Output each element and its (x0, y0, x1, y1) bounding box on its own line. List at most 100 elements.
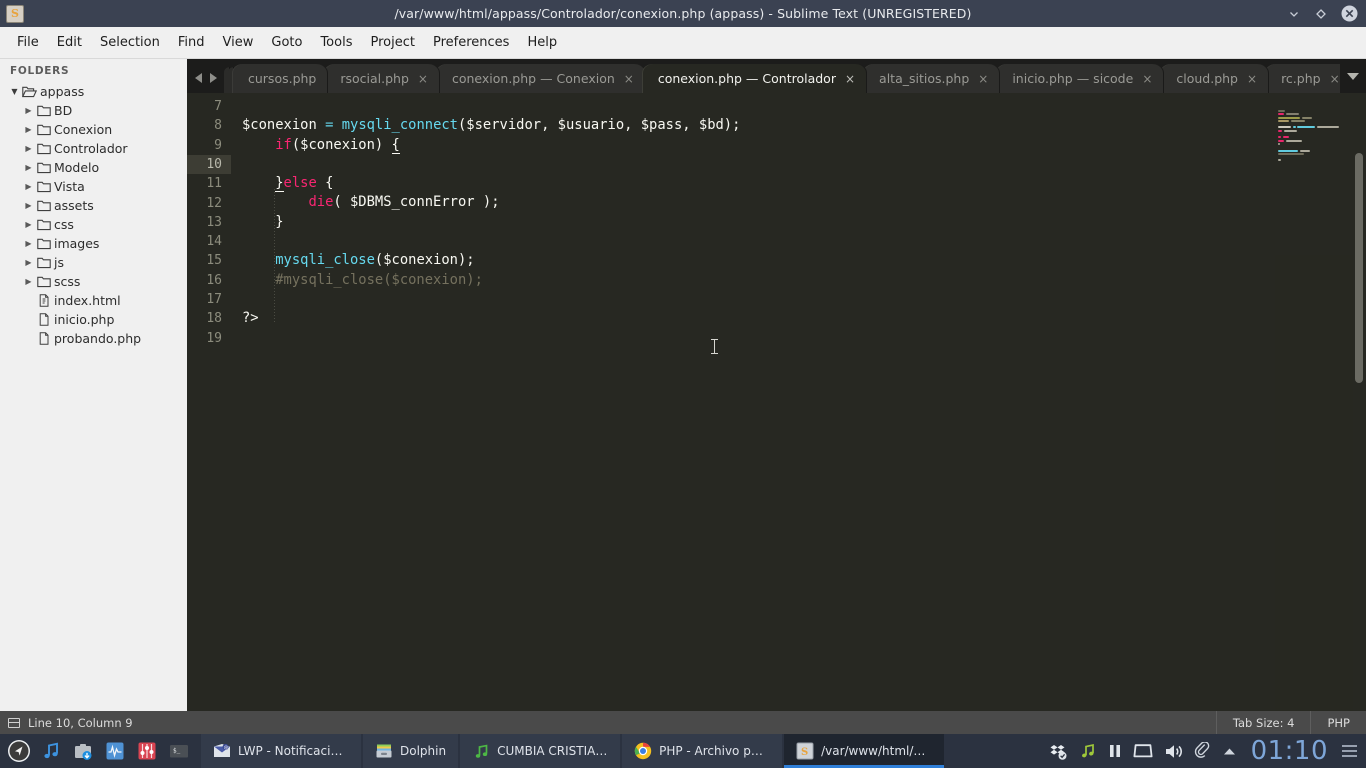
menu-preferences[interactable]: Preferences (424, 31, 518, 54)
tab-conexion-php-controlador[interactable]: conexion.php — Controlador × (641, 64, 868, 93)
scrollbar-thumb[interactable] (1355, 153, 1363, 383)
code-minimap[interactable] (1275, 93, 1353, 711)
menu-goto[interactable]: Goto (262, 31, 311, 54)
chevron-right-icon[interactable]: ▶ (22, 201, 35, 210)
clipboard-icon[interactable] (1194, 742, 1211, 760)
sidebar-folder-bd[interactable]: ▶ BD (0, 101, 187, 120)
music-note-icon[interactable] (1079, 742, 1097, 760)
chevron-right-icon[interactable]: ▶ (22, 258, 35, 267)
chevron-right-icon[interactable]: ▶ (22, 277, 35, 286)
syntax-mode-setting[interactable]: PHP (1310, 711, 1366, 734)
sidebar-folder-js[interactable]: ▶ js (0, 253, 187, 272)
tab-navigation[interactable] (187, 73, 224, 93)
sidebar-folder-scss[interactable]: ▶ scss (0, 272, 187, 291)
line-number: 16 (206, 272, 222, 288)
menu-project[interactable]: Project (361, 31, 423, 54)
tab-cursos-php[interactable]: cursos.php (232, 64, 329, 93)
tab-next-arrow-icon[interactable] (210, 73, 217, 83)
project-sidebar[interactable]: FOLDERS ▼ appass ▶ BD ▶ Conexion ▶ Controlador ▶… (0, 59, 187, 711)
menu-help[interactable]: Help (518, 31, 566, 54)
tab-rc-php[interactable]: rc.php × (1265, 64, 1352, 93)
sidebar-folder-controlador[interactable]: ▶ Controlador (0, 139, 187, 158)
sidebar-folder-modelo[interactable]: ▶ Modelo (0, 158, 187, 177)
tab-list[interactable]: cursos.php rsocial.php × conexion.php — Con… (232, 64, 1352, 93)
code-token: die (308, 194, 334, 211)
tab-conexion-php-conexion[interactable]: conexion.php — Conexion × (435, 64, 646, 93)
tab-close-icon[interactable]: × (1330, 73, 1340, 85)
hamburger-menu-icon[interactable] (1342, 745, 1357, 757)
tab-cloud-php[interactable]: cloud.php × (1160, 64, 1270, 93)
chevron-right-icon[interactable]: ▶ (22, 220, 35, 229)
chevron-right-icon[interactable]: ▶ (22, 106, 35, 115)
chevron-down-icon[interactable]: ▼ (8, 87, 21, 96)
tab-size-setting[interactable]: Tab Size: 4 (1215, 711, 1311, 734)
media-pause-icon[interactable] (1108, 743, 1122, 759)
display-icon[interactable] (1133, 743, 1153, 759)
volume-icon[interactable] (1164, 743, 1183, 760)
taskbar-task-php-archivo-php[interactable]: PHP - Archivo php ... (622, 734, 783, 768)
code-line: die( $DBMS_connError ); (242, 193, 1366, 212)
audio-mixer-icon[interactable] (133, 737, 161, 765)
sidebar-file-probando-php[interactable]: probando.php (0, 329, 187, 348)
menu-selection[interactable]: Selection (91, 31, 169, 54)
taskbar-clock[interactable]: 01:10 (1248, 736, 1331, 766)
tab-close-icon[interactable]: × (978, 73, 988, 85)
sidebar-file-index-html[interactable]: index.html (0, 291, 187, 310)
sidebar-folder-css[interactable]: ▶ css (0, 215, 187, 234)
quick-launch-bar[interactable]: $_ (0, 737, 193, 765)
tab-inicio-php-sicode[interactable]: inicio.php — sicode × (996, 64, 1165, 93)
editor-tab-bar[interactable]: cursos.php rsocial.php × conexion.php — Con… (187, 59, 1366, 93)
tab-close-icon[interactable]: × (624, 73, 634, 85)
code-editor[interactable]: 7 8 9 10 11 12 13 14 15 16 17 18 19 $conexion = mysq… (187, 93, 1366, 711)
system-monitor-icon[interactable] (101, 737, 129, 765)
tab-alta-sitios-php[interactable]: alta_sitios.php × (863, 64, 1001, 93)
music-note-icon[interactable] (37, 737, 65, 765)
maximize-button[interactable] (1314, 7, 1328, 21)
toggle-console-icon[interactable] (8, 717, 20, 728)
code-text-area[interactable]: $conexion = mysqli_connect($servidor, $u… (231, 93, 1366, 711)
tab-close-icon[interactable]: × (418, 73, 428, 85)
sidebar-item-label: images (54, 236, 100, 251)
editor-vertical-scrollbar[interactable] (1353, 93, 1364, 711)
tab-close-icon[interactable]: × (1142, 73, 1152, 85)
minimize-button[interactable] (1287, 7, 1301, 21)
tab-prev-arrow-icon[interactable] (195, 73, 202, 83)
taskbar-task-cumbia-cristian[interactable]: CUMBIA CRISTIAN... (460, 734, 621, 768)
chevron-right-icon[interactable]: ▶ (22, 163, 35, 172)
app-launcher-icon[interactable] (5, 737, 33, 765)
menu-find[interactable]: Find (169, 31, 214, 54)
taskbar-task-dolphin[interactable]: Dolphin (363, 734, 459, 768)
tab-rsocial-php[interactable]: rsocial.php × (324, 64, 440, 93)
software-updater-icon[interactable] (69, 737, 97, 765)
window-task-list[interactable]: @ LWP - Notificación ... Dolphin CUMBIA CRI… (201, 734, 946, 768)
sidebar-folder-conexion[interactable]: ▶ Conexion (0, 120, 187, 139)
sidebar-folder-appass[interactable]: ▼ appass (0, 82, 187, 101)
sidebar-file-inicio-php[interactable]: inicio.php (0, 310, 187, 329)
menu-view[interactable]: View (214, 31, 263, 54)
sublime-app-icon: S (6, 4, 24, 23)
system-tray[interactable]: 01:10 (1049, 736, 1366, 766)
sidebar-folder-images[interactable]: ▶ images (0, 234, 187, 253)
sidebar-folder-assets[interactable]: ▶ assets (0, 196, 187, 215)
tab-overflow-button[interactable] (1340, 59, 1366, 93)
terminal-icon[interactable]: $_ (165, 737, 193, 765)
chevron-right-icon[interactable]: ▶ (22, 182, 35, 191)
tab-label: rc.php (1281, 71, 1321, 86)
chevron-right-icon[interactable]: ▶ (22, 239, 35, 248)
taskbar-task-lwp-notificaci-n[interactable]: @ LWP - Notificación ... (201, 734, 361, 768)
close-button[interactable] (1341, 5, 1358, 22)
show-hidden-icons-icon[interactable] (1222, 745, 1237, 758)
menu-file[interactable]: File (8, 31, 48, 54)
tab-close-icon[interactable]: × (845, 73, 855, 85)
folder-tree[interactable]: ▼ appass ▶ BD ▶ Conexion ▶ Controlador ▶ Modelo ▶ V… (0, 82, 187, 348)
sidebar-folder-vista[interactable]: ▶ Vista (0, 177, 187, 196)
chevron-right-icon[interactable]: ▶ (22, 125, 35, 134)
menu-edit[interactable]: Edit (48, 31, 91, 54)
taskbar-task-var-www-html-ap[interactable]: S/var/www/html/ap... (784, 734, 945, 768)
chevron-right-icon[interactable]: ▶ (22, 144, 35, 153)
dropbox-sync-icon[interactable] (1049, 742, 1068, 761)
tab-close-icon[interactable]: × (1247, 73, 1257, 85)
menu-tools[interactable]: Tools (311, 31, 361, 54)
